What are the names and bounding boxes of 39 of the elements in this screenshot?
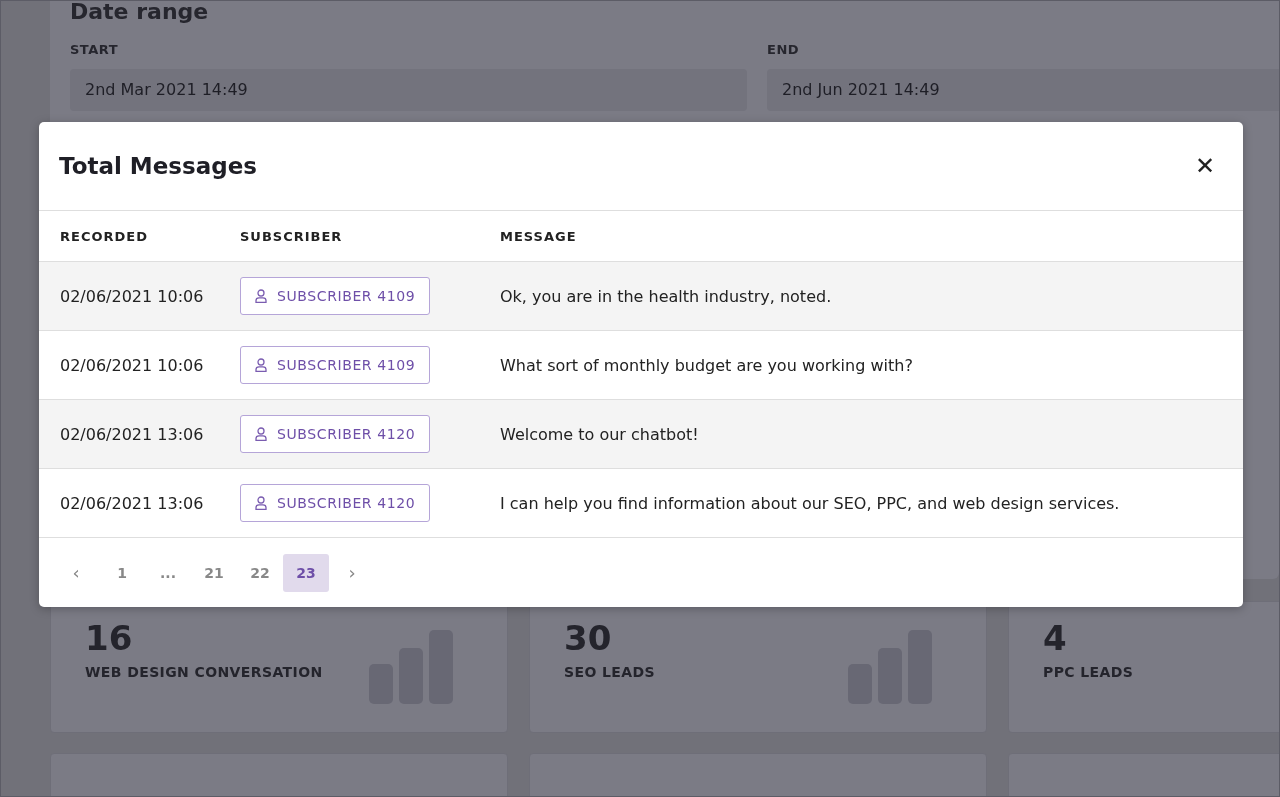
- input-field[interactable]: 2nd Jun 2021 14:49: [767, 69, 1279, 111]
- column-header: RECORDED: [59, 228, 149, 244]
- modal-title: Total Messages: [59, 153, 257, 179]
- stat-value: 16: [85, 618, 134, 658]
- table-cell: 02/06/2021 10:06: [60, 355, 204, 375]
- field-label: START: [70, 42, 120, 57]
- person-icon: [255, 289, 267, 303]
- table-cell: Ok, you are in the health industry, noted.: [500, 286, 832, 306]
- stat-label: PPC LEADS: [1043, 664, 1134, 680]
- subscriber-button[interactable]: SUBSCRIBER 4120: [240, 484, 431, 522]
- person-icon: [255, 496, 267, 510]
- field-label: END: [767, 42, 801, 57]
- page-button[interactable]: 1: [99, 553, 145, 592]
- page-button[interactable]: 21: [191, 553, 237, 592]
- stat-label: WEB DESIGN CONVERSATION: [85, 664, 323, 680]
- subscriber-button[interactable]: SUBSCRIBER 4120: [240, 415, 431, 453]
- stat-label: SEO LEADS: [564, 664, 656, 680]
- column-header: SUBSCRIBER: [240, 228, 344, 244]
- person-icon: [255, 358, 267, 372]
- page-button[interactable]: 22: [237, 553, 283, 592]
- table-cell: What sort of monthly budget are you working with?: [500, 355, 913, 375]
- table-cell: I can help you find information about our SEO, PPC, and web design services.: [500, 493, 1120, 513]
- stat-value: 30: [564, 618, 613, 658]
- stat-value: 4: [1043, 618, 1068, 658]
- subscriber-button[interactable]: SUBSCRIBER 4109: [240, 346, 431, 384]
- table-cell: 02/06/2021 13:06: [60, 493, 204, 513]
- input-field[interactable]: 2nd Mar 2021 14:49: [70, 69, 747, 111]
- subscriber-button[interactable]: SUBSCRIBER 4109: [240, 277, 431, 315]
- table-cell: 02/06/2021 10:06: [60, 286, 204, 306]
- table-cell: Welcome to our chatbot!: [500, 424, 699, 444]
- column-header: MESSAGE: [500, 228, 577, 244]
- section-title: Date range: [70, 1, 210, 24]
- page-arrow-button[interactable]: ‹: [53, 553, 99, 592]
- close-button[interactable]: ✕: [1195, 152, 1215, 180]
- person-icon: [255, 427, 267, 441]
- table-cell: 02/06/2021 13:06: [60, 424, 204, 444]
- page-button[interactable]: 23: [283, 553, 329, 592]
- page-arrow-button[interactable]: ›: [329, 553, 375, 592]
- pagination-ellipsis: ...: [159, 563, 177, 583]
